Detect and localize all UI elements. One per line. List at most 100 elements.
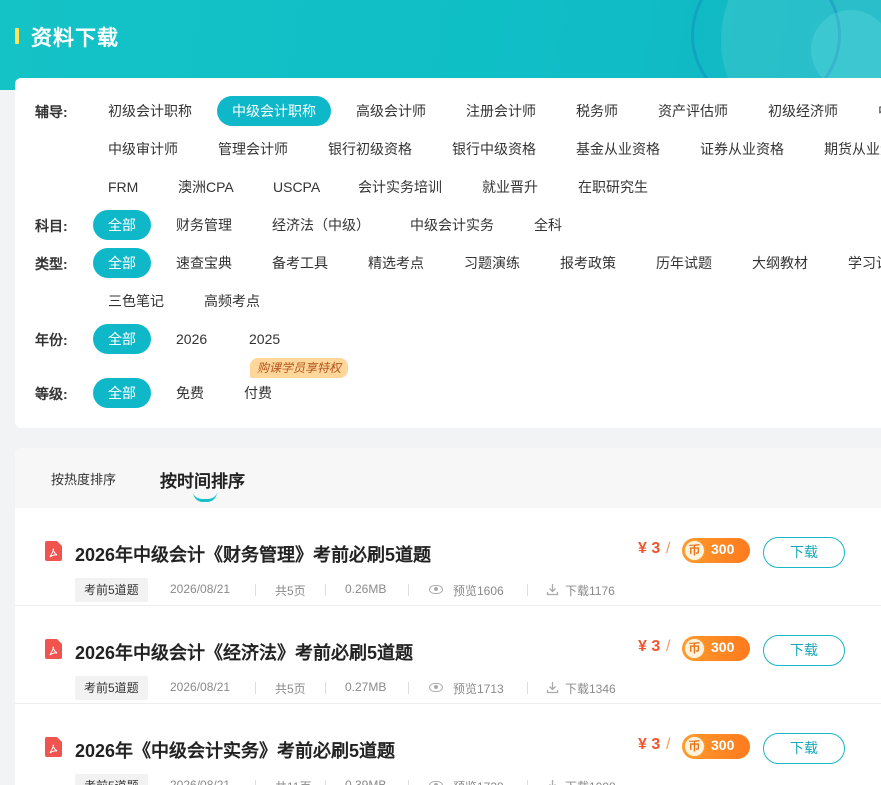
- resource-title[interactable]: 2026年中级会计《财务管理》考前必刷5道题: [75, 541, 431, 567]
- filter-option-coach[interactable]: FRM: [108, 172, 138, 202]
- pdf-file-icon: [45, 639, 62, 659]
- filter-option-coach[interactable]: 在职研究生: [578, 172, 648, 202]
- filter-option-level[interactable]: 付费: [244, 378, 272, 408]
- meta-divider: [255, 584, 256, 596]
- filter-option-coach[interactable]: USCPA: [273, 172, 320, 202]
- filter-option-coach-active[interactable]: 中级会计职称: [217, 96, 331, 126]
- filter-option-type[interactable]: 三色笔记: [108, 286, 164, 316]
- filter-option-subject[interactable]: 中级会计实务: [410, 210, 494, 240]
- filter-row-year: 年份: 全部 2026 2025: [15, 324, 881, 354]
- eye-icon: [429, 585, 443, 594]
- download-button[interactable]: 下载: [763, 635, 845, 666]
- filter-label-level: 等级:: [35, 386, 68, 402]
- sort-by-time-tab[interactable]: 按时间排序: [160, 467, 245, 492]
- filter-option-coach[interactable]: 基金从业资格: [576, 134, 660, 164]
- resource-date: 2026/08/21: [170, 778, 231, 785]
- filter-option-coach[interactable]: 资产评估师: [658, 96, 728, 126]
- resource-price: ¥ 3: [638, 638, 661, 655]
- filter-option-coach[interactable]: 澳洲CPA: [178, 172, 234, 202]
- meta-divider: [408, 584, 409, 596]
- filter-option-coach[interactable]: 期货从业资: [824, 134, 881, 164]
- resource-pages: 共5页: [275, 682, 306, 696]
- resource-tag: 考前5道题: [75, 578, 148, 602]
- filter-row-type: 类型: 全部 速查宝典 备考工具 精选考点 习题演练 报考政策 历年试题 大纲教…: [15, 248, 881, 278]
- filter-option-coach[interactable]: 注册会计师: [466, 96, 536, 126]
- price-separator: /: [666, 638, 671, 655]
- filter-option-type[interactable]: 习题演练: [464, 248, 520, 278]
- resource-date: 2026/08/21: [170, 582, 231, 596]
- title-accent-bar: [15, 28, 19, 44]
- download-button[interactable]: 下载: [763, 733, 845, 764]
- filter-option-type[interactable]: 高频考点: [204, 286, 260, 316]
- filter-option-type[interactable]: 速查宝典: [176, 248, 232, 278]
- resource-views: 预览1713: [453, 682, 504, 696]
- filter-option-coach[interactable]: 银行中级资格: [452, 134, 536, 164]
- meta-divider: [527, 584, 528, 596]
- filter-option-coach[interactable]: 会计实务培训: [358, 172, 442, 202]
- filter-option-type[interactable]: 大纲教材: [752, 248, 808, 278]
- coin-icon: 币: [684, 540, 705, 561]
- filter-row-coach-3: FRM 澳洲CPA USCPA 会计实务培训 就业晋升 在职研究生: [15, 172, 881, 202]
- meta-divider: [408, 780, 409, 785]
- resource-views: 预览1606: [453, 584, 504, 598]
- filter-option-type[interactable]: 报考政策: [560, 248, 616, 278]
- filter-option-year[interactable]: 2025: [249, 324, 280, 354]
- filter-option-coach[interactable]: 就业晋升: [482, 172, 538, 202]
- filter-option-type-active[interactable]: 全部: [93, 248, 151, 278]
- filter-option-coach[interactable]: 中级审计师: [108, 134, 178, 164]
- filter-label-subject: 科目:: [35, 218, 68, 234]
- resource-title[interactable]: 2026年《中级会计实务》考前必刷5道题: [75, 737, 395, 763]
- filter-option-level[interactable]: 免费: [176, 378, 204, 408]
- active-tab-indicator: [193, 492, 217, 502]
- filter-option-type[interactable]: 学习计: [848, 248, 881, 278]
- resource-date: 2026/08/21: [170, 680, 231, 694]
- filter-option-coach[interactable]: 银行初级资格: [328, 134, 412, 164]
- filter-label-year: 年份:: [35, 332, 68, 348]
- member-privilege-badge: 购课学员享特权: [250, 358, 349, 378]
- filter-option-coach[interactable]: 高级会计师: [356, 96, 426, 126]
- resource-item: 2026年中级会计《经济法》考前必刷5道题 考前5道题 2026/08/21 共…: [15, 606, 881, 704]
- sort-bar: 按热度排序 按时间排序: [15, 448, 881, 508]
- filter-option-type[interactable]: 历年试题: [656, 248, 712, 278]
- filter-row-level: 等级: 全部 免费 付费: [15, 378, 881, 408]
- filter-option-coach[interactable]: 证券从业资格: [700, 134, 784, 164]
- meta-divider: [325, 780, 326, 785]
- download-icon: [546, 779, 559, 785]
- sort-by-popularity-tab[interactable]: 按热度排序: [51, 469, 116, 488]
- meta-divider: [325, 584, 326, 596]
- filter-row-coach: 辅导: 初级会计职称 中级会计职称 高级会计师 注册会计师 税务师 资产评估师 …: [15, 96, 881, 126]
- filter-option-subject[interactable]: 全科: [534, 210, 562, 240]
- filter-option-coach[interactable]: 税务师: [576, 96, 618, 126]
- filter-option-year[interactable]: 2026: [176, 324, 207, 354]
- filter-row-coach-2: 中级审计师 管理会计师 银行初级资格 银行中级资格 基金从业资格 证券从业资格 …: [15, 134, 881, 164]
- filter-option-year-active[interactable]: 全部: [93, 324, 151, 354]
- filter-option-subject[interactable]: 财务管理: [176, 210, 232, 240]
- coin-price-badge: 币 300: [682, 734, 750, 759]
- download-button[interactable]: 下载: [763, 537, 845, 568]
- eye-icon: [429, 683, 443, 692]
- resource-list-panel: 按热度排序 按时间排序 2026年中级会计《财务管理》考前必刷5道题 考前5道题…: [15, 448, 881, 785]
- filter-option-coach[interactable]: 管理会计师: [218, 134, 288, 164]
- resource-pages: 共5页: [275, 584, 306, 598]
- resource-title[interactable]: 2026年中级会计《经济法》考前必刷5道题: [75, 639, 413, 665]
- filter-option-subject-active[interactable]: 全部: [93, 210, 151, 240]
- resource-downloads: 下载1176: [565, 584, 615, 598]
- filter-option-subject[interactable]: 经济法（中级）: [272, 210, 370, 240]
- resource-price: ¥ 3: [638, 736, 661, 753]
- filter-option-type[interactable]: 备考工具: [272, 248, 328, 278]
- price-separator: /: [666, 540, 671, 557]
- price-separator: /: [666, 736, 671, 753]
- eye-icon: [429, 781, 443, 785]
- coin-icon: 币: [684, 638, 705, 659]
- filter-option-coach[interactable]: 初级会计职称: [108, 96, 192, 126]
- resource-tag: 考前5道题: [75, 774, 148, 785]
- resource-downloads: 下载1346: [565, 682, 616, 696]
- filter-option-type[interactable]: 精选考点: [368, 248, 424, 278]
- pdf-file-icon: [45, 541, 62, 561]
- coin-price-badge: 币 300: [682, 636, 750, 661]
- filter-label-coach: 辅导:: [35, 104, 68, 120]
- resource-pages: 共11页: [275, 778, 311, 785]
- filter-option-level-active[interactable]: 全部: [93, 378, 151, 408]
- filter-option-coach[interactable]: 初级经济师: [768, 96, 838, 126]
- resource-item: 2026年中级会计《财务管理》考前必刷5道题 考前5道题 2026/08/21 …: [15, 508, 881, 606]
